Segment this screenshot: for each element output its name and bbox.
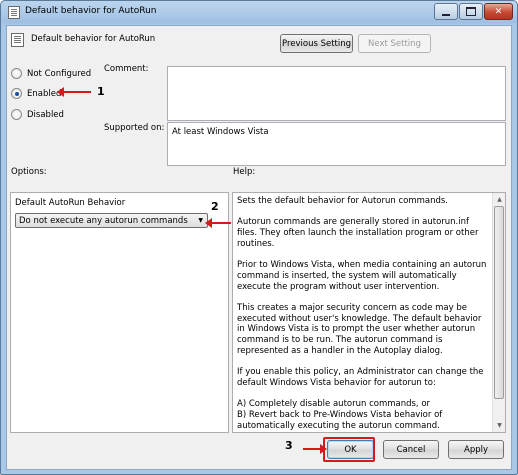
- previous-setting-button[interactable]: Previous Setting: [280, 34, 353, 53]
- comment-label: Comment:: [104, 64, 149, 74]
- window-title: Default behavior for AutoRun: [25, 6, 157, 16]
- apply-button[interactable]: Apply: [448, 440, 504, 459]
- radio-circle[interactable]: [11, 68, 22, 79]
- dialog-window: Default behavior for AutoRun ✕ Default b…: [0, 0, 518, 475]
- autorun-behavior-dropdown[interactable]: Do not execute any autorun commands ▼: [15, 213, 208, 228]
- help-paragraph: Prior to Windows Vista, when media conta…: [237, 260, 487, 292]
- help-paragraph: If you enable this policy, an Administra…: [237, 367, 484, 388]
- radio-enabled[interactable]: Enabled: [11, 88, 61, 99]
- supported-on-value: At least Windows Vista: [172, 127, 269, 137]
- help-paragraph: A) Completely disable autorun commands, …: [237, 399, 443, 431]
- help-paragraph: This creates a major security concern as…: [237, 302, 482, 356]
- annotation-arrow-3: [303, 448, 321, 450]
- radio-circle[interactable]: [11, 109, 22, 120]
- annotation-arrow-1: [57, 87, 91, 97]
- help-text: Sets the default behavior for Autorun co…: [237, 196, 489, 432]
- radio-label: Not Configured: [27, 68, 92, 79]
- dropdown-value: Do not execute any autorun commands: [19, 215, 188, 226]
- radio-label: Disabled: [27, 109, 64, 120]
- radio-disabled[interactable]: Disabled: [11, 109, 64, 120]
- options-panel: Default AutoRun Behavior Do not execute …: [10, 192, 229, 433]
- help-panel[interactable]: Sets the default behavior for Autorun co…: [232, 192, 506, 433]
- annotation-step-2: 2: [211, 200, 219, 213]
- comment-input[interactable]: [167, 66, 506, 121]
- maximize-icon[interactable]: [459, 3, 483, 20]
- annotation-step-1: 1: [97, 85, 105, 98]
- policy-setting-icon: [11, 33, 24, 47]
- scroll-down-icon[interactable]: ▼: [494, 420, 505, 431]
- scroll-thumb[interactable]: [494, 206, 504, 399]
- radio-not-configured[interactable]: Not Configured: [11, 68, 91, 79]
- minimize-icon[interactable]: [434, 3, 458, 20]
- radio-circle-checked[interactable]: [11, 88, 22, 99]
- options-title: Default AutoRun Behavior: [15, 198, 126, 208]
- supported-on-label: Supported on:: [104, 123, 165, 133]
- chevron-down-icon: ▼: [198, 217, 203, 224]
- title-bar[interactable]: Default behavior for AutoRun ✕: [1, 1, 517, 25]
- close-icon[interactable]: ✕: [484, 3, 513, 20]
- supported-on-field[interactable]: At least Windows Vista: [167, 122, 506, 166]
- annotation-step-3: 3: [285, 439, 293, 452]
- policy-name: Default behavior for AutoRun: [31, 34, 156, 44]
- next-setting-button[interactable]: Next Setting: [358, 34, 431, 53]
- help-scrollbar[interactable]: ▲ ▼: [492, 193, 505, 432]
- help-paragraph: Autorun commands are generally stored in…: [237, 217, 479, 249]
- annotation-arrow-2: [205, 218, 231, 228]
- help-paragraph: Sets the default behavior for Autorun co…: [237, 196, 449, 206]
- cancel-button[interactable]: Cancel: [383, 440, 439, 459]
- policy-document-icon: [8, 6, 20, 19]
- annotation-ok-highlight: [323, 437, 375, 462]
- options-label: Options:: [11, 167, 47, 177]
- help-label: Help:: [233, 167, 256, 177]
- scroll-up-icon[interactable]: ▲: [494, 194, 505, 205]
